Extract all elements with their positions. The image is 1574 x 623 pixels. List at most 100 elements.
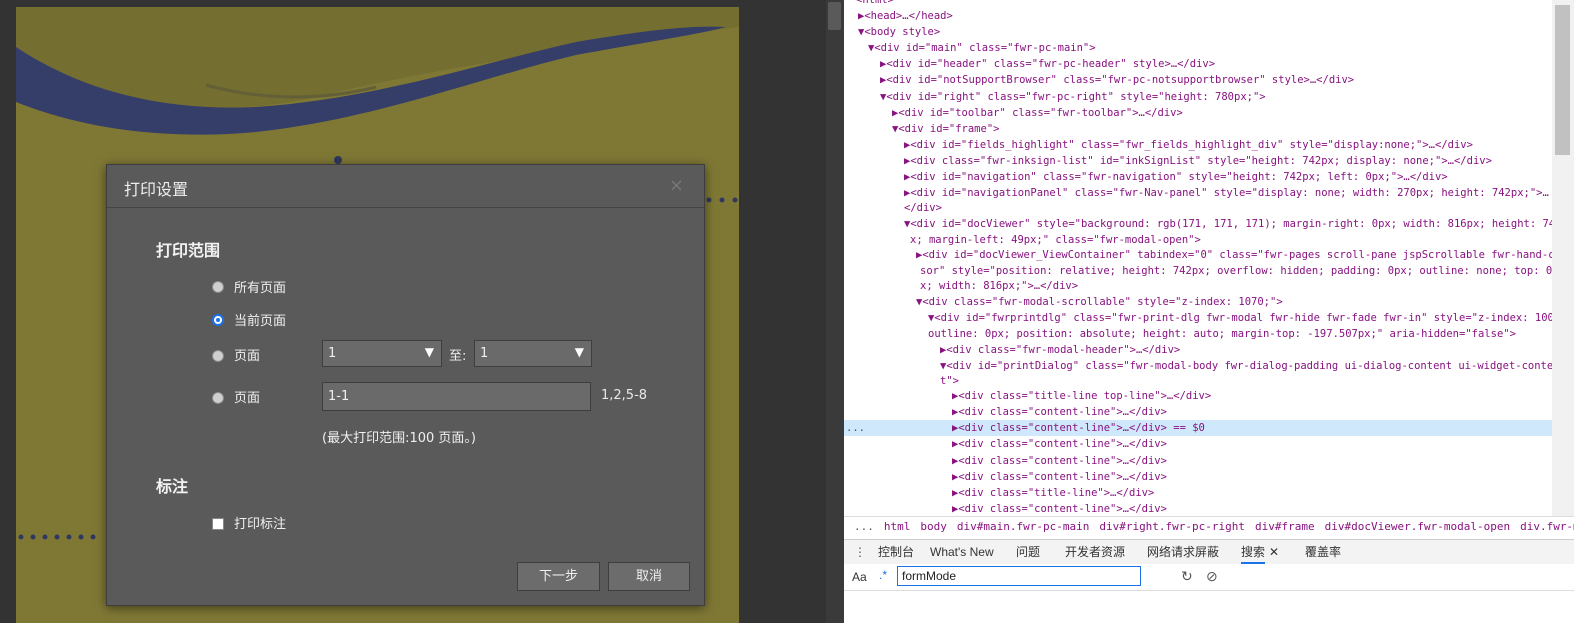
tree-node[interactable]: </div> <box>844 200 1552 216</box>
tree-node[interactable]: t"> <box>844 373 1552 389</box>
tree-node[interactable]: <html> <box>844 0 1552 8</box>
tree-node-text: ▼<div id="right" class="fwr-pc-right" st… <box>880 91 1266 103</box>
tree-node-text: ▶<div class="content-line">…</div> <box>952 406 1167 418</box>
tree-node-text: ▼<div class="fwr-modal-scrollable" style… <box>916 296 1283 308</box>
breadcrumb-item[interactable]: html <box>884 520 911 533</box>
elements-tree[interactable]: <html> ▶<head>…</head> ▼<body style> ▼<div … <box>844 0 1552 516</box>
tree-node[interactable]: ▼<div id="fwrprintdlg" class="fwr-print-… <box>844 310 1552 326</box>
drawer-tab[interactable]: 开发者资源 <box>1065 540 1125 564</box>
search-input[interactable] <box>897 566 1141 586</box>
breadcrumb-item[interactable]: body <box>920 520 947 533</box>
breadcrumb-item[interactable]: div.fwr-modal-scrollable <box>1520 520 1574 533</box>
clear-icon[interactable]: ⊘ <box>1206 568 1218 585</box>
breadcrumb-item[interactable]: div#main.fwr-pc-main <box>957 520 1089 533</box>
tree-node[interactable]: outline: 0px; position: absolute; height… <box>844 326 1552 342</box>
drawer-tab[interactable]: 搜索 <box>1241 540 1266 564</box>
radio-page-range[interactable] <box>212 350 224 362</box>
tree-node[interactable]: ▼<div id="main" class="fwr-pc-main"> <box>844 40 1552 56</box>
tree-node-text: </div> <box>904 202 942 214</box>
custom-pages-input[interactable]: 1-1 <box>322 382 591 411</box>
tree-node[interactable]: ▼<div id="frame"> <box>844 121 1552 137</box>
drawer-menu-icon[interactable]: ⋮ <box>854 540 866 564</box>
tree-node-text: ▼<div id="docViewer" style="background: … <box>904 218 1552 230</box>
radio-all-pages[interactable] <box>212 281 224 293</box>
tree-node[interactable]: ▼<div id="right" class="fwr-pc-right" st… <box>844 89 1552 105</box>
tree-node[interactable]: ▶<div id="navigation" class="fwr-navigat… <box>844 169 1552 185</box>
tree-node[interactable]: ▶<div class="title-line">…</div> <box>844 485 1552 501</box>
viewer-scrollbar[interactable] <box>826 0 844 623</box>
radio-custom-pages[interactable] <box>212 392 224 404</box>
next-button[interactable]: 下一步 <box>517 562 600 591</box>
print-annotation-checkbox[interactable] <box>212 518 224 530</box>
tree-node-text: ▶<div class="content-line">…</div> <box>952 455 1167 467</box>
drawer-tab-bar: ⋮ 控制台 What's New 问题 开发者资源 网络请求屏蔽 搜索 ✕ 覆盖率 <box>844 539 1574 565</box>
breadcrumb-item[interactable]: div#docViewer.fwr-modal-open <box>1325 520 1510 533</box>
tree-node[interactable]: x; width: 816px;">…</div> <box>844 278 1552 294</box>
tree-node[interactable]: ▶<div class="content-line">…</div> <box>844 453 1552 469</box>
breadcrumb-item[interactable]: div#right.fwr-pc-right <box>1099 520 1245 533</box>
tree-node[interactable]: ▶<div id="navigationPanel" class="fwr-Na… <box>844 185 1552 201</box>
tree-node[interactable]: ▶<div class="content-line">…</div> <box>844 469 1552 485</box>
elements-scrollbar-thumb[interactable] <box>1555 5 1570 155</box>
close-tab-icon[interactable]: ✕ <box>1269 540 1279 564</box>
drawer-tab[interactable]: What's New <box>930 540 994 564</box>
match-case-toggle[interactable]: Aa <box>852 570 867 584</box>
refresh-icon[interactable]: ↻ <box>1181 568 1193 585</box>
tree-node[interactable]: ▶<div class="title-line top-line">…</div… <box>844 388 1552 404</box>
tree-node[interactable]: ▶<div id="header" class="fwr-pc-header" … <box>844 56 1552 72</box>
breadcrumb-item[interactable]: ... <box>854 520 874 533</box>
tree-node[interactable]: ▼<body style> <box>844 24 1552 40</box>
print-range-heading: 打印范围 <box>156 241 221 260</box>
tree-node-text: ▼<div id="frame"> <box>892 123 1000 135</box>
tree-node-text: <html> <box>856 0 894 6</box>
tree-node[interactable]: ▶<div class="content-line">…</div> <box>844 501 1552 516</box>
drawer-tab[interactable]: 网络请求屏蔽 <box>1147 540 1219 564</box>
tree-node-text: ▶<div class="content-line">…</div> <box>952 503 1167 515</box>
close-icon[interactable]: × <box>669 175 684 196</box>
row-ellipsis[interactable]: ... <box>846 420 865 436</box>
tree-node[interactable]: ▶<div class="fwr-modal-header">…</div> <box>844 342 1552 358</box>
tree-node[interactable]: ▶<div class="content-line">…</div> == $0… <box>844 420 1552 436</box>
tree-node[interactable]: ▼<div class="fwr-modal-scrollable" style… <box>844 294 1552 310</box>
tree-node-text: ▼<div id="main" class="fwr-pc-main"> <box>868 42 1096 54</box>
to-page-value: 1 <box>480 346 489 361</box>
tree-node[interactable]: ▶<div class="fwr-inksign-list" id="inkSi… <box>844 153 1552 169</box>
tree-node-text: ▶<div id="fields_highlight" class="fwr_f… <box>904 139 1473 151</box>
cancel-button[interactable]: 取消 <box>608 562 690 591</box>
tree-node-text: ▶<div class="content-line">…</div> <box>952 438 1167 450</box>
regex-toggle[interactable]: .* <box>879 568 887 582</box>
tree-node[interactable]: ▼<div id="printDialog" class="fwr-modal-… <box>844 358 1552 374</box>
tree-node-text: ▶<div class="content-line">…</div> <box>952 471 1167 483</box>
drawer-tab[interactable]: 控制台 <box>878 540 914 564</box>
tree-node[interactable]: ▶<div id="fields_highlight" class="fwr_f… <box>844 137 1552 153</box>
search-bar: Aa .* ↻ ⊘ <box>844 564 1574 591</box>
tree-node-text: ▶<div class="content-line">…</div> == $0 <box>952 422 1205 434</box>
tree-node-text: ▼<div id="fwrprintdlg" class="fwr-print-… <box>928 312 1552 324</box>
tree-node[interactable]: sor" style="position: relative; height: … <box>844 263 1552 279</box>
breadcrumb-item[interactable]: div#frame <box>1255 520 1315 533</box>
tree-node[interactable]: ▶<div id="docViewer_ViewContainer" tabin… <box>844 247 1552 263</box>
tree-node[interactable]: ▶<head>…</head> <box>844 8 1552 24</box>
tree-node[interactable]: x; margin-left: 49px;" class="fwr-modal-… <box>844 232 1552 248</box>
tree-node[interactable]: ▶<div class="content-line">…</div> <box>844 436 1552 452</box>
to-page-select[interactable]: 1 ▼ <box>474 340 592 367</box>
dropdown-arrow-icon: ▼ <box>574 345 584 359</box>
tree-node[interactable]: ▼<div id="docViewer" style="background: … <box>844 216 1552 232</box>
tree-node[interactable]: ▶<div id="toolbar" class="fwr-toolbar">…… <box>844 105 1552 121</box>
radio-current-page[interactable] <box>212 314 224 326</box>
tree-node-text: ▶<div class="title-line top-line">…</div… <box>952 390 1212 402</box>
viewer-scrollbar-thumb[interactable] <box>828 2 841 30</box>
tree-node-text: ▼<div id="printDialog" class="fwr-modal-… <box>940 360 1552 372</box>
from-page-select[interactable]: 1 ▼ <box>322 340 442 367</box>
tree-node-text: ▶<div id="notSupportBrowser" class="fwr-… <box>880 74 1355 86</box>
tree-node-text: ▶<div id="header" class="fwr-pc-header" … <box>880 58 1216 70</box>
tree-node-text: ▶<div id="navigationPanel" class="fwr-Na… <box>904 187 1549 199</box>
drawer-tab[interactable]: 问题 <box>1016 540 1040 564</box>
tree-node[interactable]: ▶<div class="content-line">…</div> <box>844 404 1552 420</box>
dialog-title: 打印设置 <box>124 180 189 199</box>
max-range-note: (最大打印范围:100 页面。) <box>322 431 476 446</box>
tree-node-text: ▶<head>…</head> <box>858 10 953 22</box>
drawer-tab[interactable]: 覆盖率 <box>1305 540 1341 564</box>
tree-node-text: ▶<div id="navigation" class="fwr-navigat… <box>904 171 1448 183</box>
tree-node[interactable]: ▶<div id="notSupportBrowser" class="fwr-… <box>844 72 1552 88</box>
